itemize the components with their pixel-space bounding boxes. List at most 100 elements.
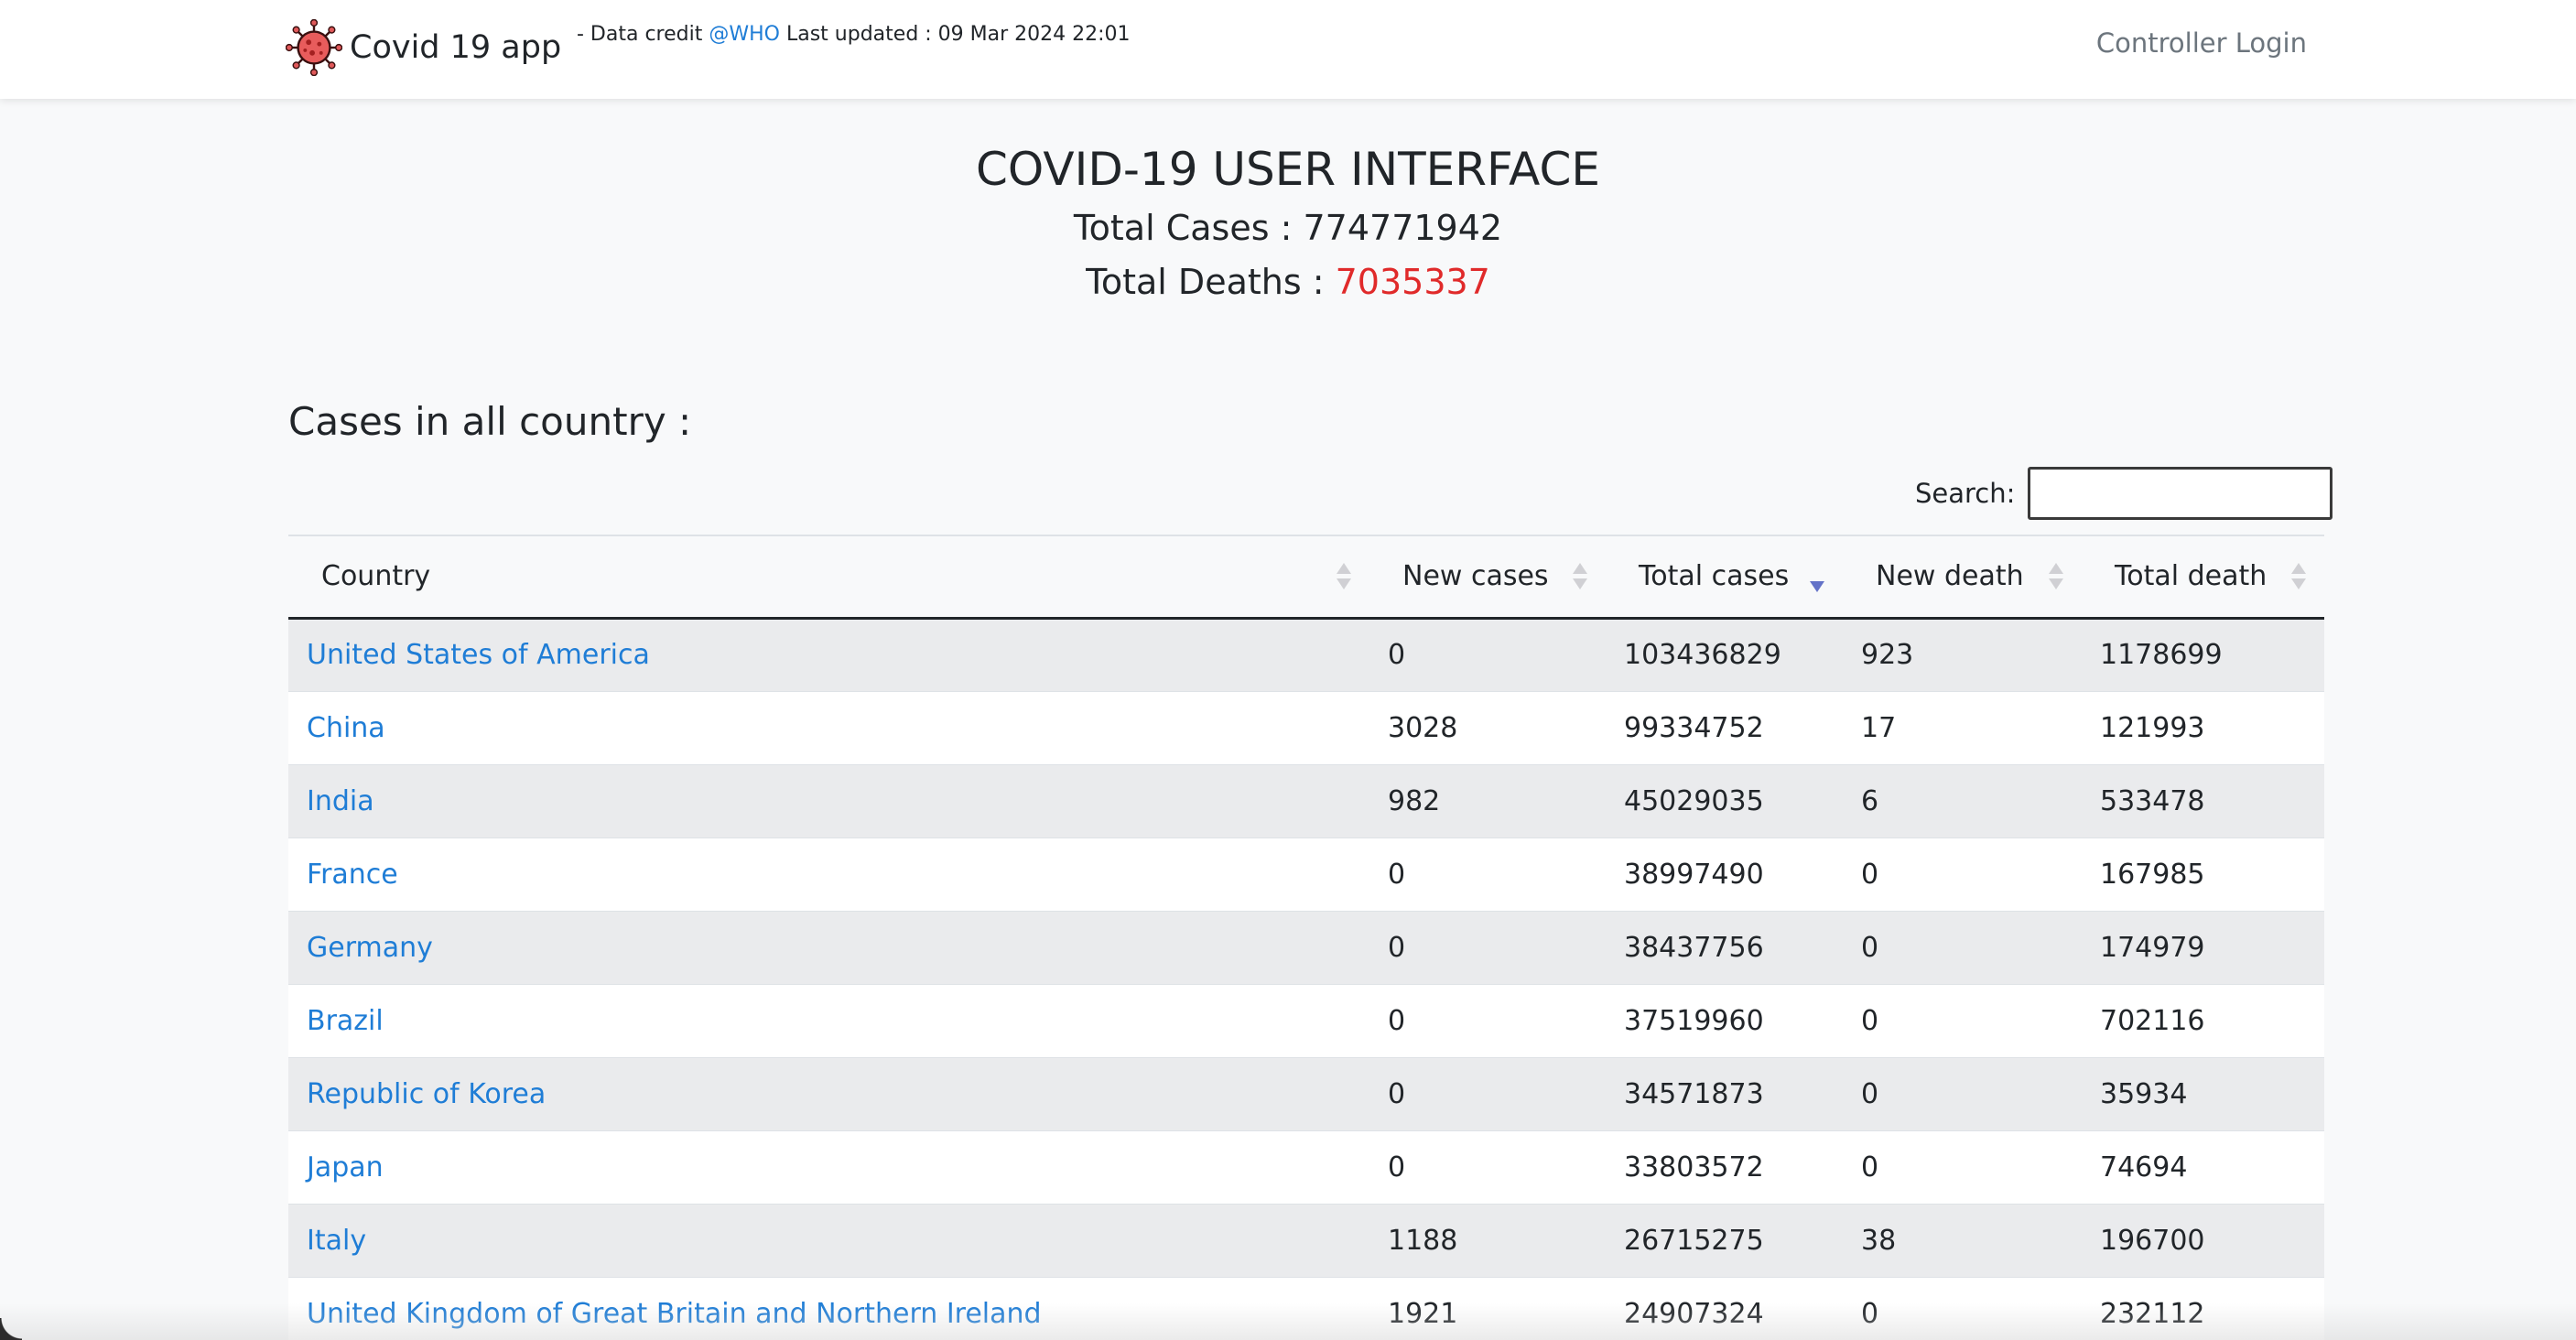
total-cases: Total Cases : 774771942 bbox=[0, 201, 2576, 255]
country-link[interactable]: Italy bbox=[307, 1225, 366, 1257]
search-label: Search: bbox=[1915, 478, 2016, 509]
country-link[interactable]: China bbox=[307, 712, 385, 744]
table-row: India 982 45029035 6 533478 bbox=[288, 763, 2324, 838]
who-link[interactable]: @WHO bbox=[709, 23, 780, 46]
new-cases-cell: 982 bbox=[1369, 763, 1606, 838]
controller-login-link[interactable]: Controller Login bbox=[2096, 27, 2307, 59]
total-cases-cell: 33803572 bbox=[1606, 1129, 1843, 1204]
last-updated: Last updated : 09 Mar 2024 22:01 bbox=[785, 23, 1131, 46]
new-death-cell: 17 bbox=[1843, 690, 2082, 764]
new-death-cell: 0 bbox=[1843, 1276, 2082, 1340]
total-deaths-label: Total Deaths : bbox=[1086, 262, 1325, 302]
column-header-country[interactable]: Country bbox=[288, 535, 1369, 618]
total-cases-value: 774771942 bbox=[1303, 208, 1503, 248]
total-cases-cell: 26715275 bbox=[1606, 1203, 1843, 1277]
total-deaths: Total Deaths : 7035337 bbox=[0, 255, 2576, 309]
total-cases-cell: 45029035 bbox=[1606, 763, 1843, 838]
table-row: France 0 38997490 0 167985 bbox=[288, 837, 2324, 911]
sort-descending-icon bbox=[1810, 563, 1824, 592]
total-cases-cell: 34571873 bbox=[1606, 1056, 1843, 1130]
new-cases-cell: 0 bbox=[1369, 910, 1606, 984]
table-row: Republic of Korea 0 34571873 0 35934 bbox=[288, 1056, 2324, 1130]
country-cell: United States of America bbox=[288, 617, 1369, 691]
country-cell: Germany bbox=[288, 910, 1369, 984]
country-link[interactable]: United States of America bbox=[307, 639, 650, 671]
new-cases-cell: 3028 bbox=[1369, 690, 1606, 764]
total-cases-cell: 38437756 bbox=[1606, 910, 1843, 984]
total-death-cell: 232112 bbox=[2082, 1276, 2324, 1340]
country-cell: Brazil bbox=[288, 983, 1369, 1057]
total-death-cell: 1178699 bbox=[2082, 617, 2324, 691]
page-title: COVID-19 USER INTERFACE bbox=[976, 143, 1600, 196]
search-input[interactable] bbox=[2028, 467, 2333, 520]
table-body: United States of America 0 103436829 923 117… bbox=[288, 617, 2324, 1340]
column-header-total-cases[interactable]: Total cases bbox=[1606, 535, 1843, 618]
new-death-cell: 0 bbox=[1843, 910, 2082, 984]
column-label: Country bbox=[321, 560, 431, 593]
country-cell: Republic of Korea bbox=[288, 1056, 1369, 1130]
total-death-cell: 167985 bbox=[2082, 837, 2324, 911]
new-cases-cell: 0 bbox=[1369, 1056, 1606, 1130]
sort-icon bbox=[1573, 563, 1587, 592]
cases-table: Country New cases Total cases New death … bbox=[288, 535, 2324, 1340]
country-link[interactable]: India bbox=[307, 785, 374, 817]
table-row: United States of America 0 103436829 923 117… bbox=[288, 617, 2324, 691]
column-label: New cases bbox=[1402, 560, 1549, 593]
table-row: Japan 0 33803572 0 74694 bbox=[288, 1129, 2324, 1204]
total-cases-label: Total Cases : bbox=[1073, 208, 1293, 248]
column-header-new-death[interactable]: New death bbox=[1843, 535, 2082, 618]
new-cases-cell: 0 bbox=[1369, 837, 1606, 911]
total-death-cell: 533478 bbox=[2082, 763, 2324, 838]
new-cases-cell: 0 bbox=[1369, 617, 1606, 691]
country-link[interactable]: Brazil bbox=[307, 1005, 384, 1037]
new-death-cell: 0 bbox=[1843, 983, 2082, 1057]
total-death-cell: 196700 bbox=[2082, 1203, 2324, 1277]
new-death-cell: 923 bbox=[1843, 617, 2082, 691]
column-label: Total death bbox=[2115, 560, 2268, 593]
column-label: New death bbox=[1876, 560, 2024, 593]
country-link[interactable]: France bbox=[307, 859, 398, 891]
country-cell: India bbox=[288, 763, 1369, 838]
country-cell: Japan bbox=[288, 1129, 1369, 1204]
table-row: Italy 1188 26715275 38 196700 bbox=[288, 1203, 2324, 1277]
section-title: Cases in all country : bbox=[288, 399, 692, 444]
new-cases-cell: 1921 bbox=[1369, 1276, 1606, 1340]
new-death-cell: 0 bbox=[1843, 837, 2082, 911]
total-cases-cell: 103436829 bbox=[1606, 617, 1843, 691]
new-death-cell: 38 bbox=[1843, 1203, 2082, 1277]
total-death-cell: 174979 bbox=[2082, 910, 2324, 984]
column-header-new-cases[interactable]: New cases bbox=[1369, 535, 1606, 618]
country-link[interactable]: Japan bbox=[307, 1151, 384, 1183]
total-cases-cell: 99334752 bbox=[1606, 690, 1843, 764]
total-death-cell: 121993 bbox=[2082, 690, 2324, 764]
new-cases-cell: 0 bbox=[1369, 983, 1606, 1057]
brand[interactable]: Covid 19 app bbox=[286, 16, 561, 79]
brand-name: Covid 19 app bbox=[350, 29, 562, 66]
column-label: Total cases bbox=[1639, 560, 1790, 593]
navbar: Covid 19 app - Data credit @WHO Last upd… bbox=[0, 0, 2576, 99]
total-death-cell: 702116 bbox=[2082, 983, 2324, 1057]
summary: COVID-19 USER INTERFACE Total Cases : 77… bbox=[0, 137, 2576, 309]
credit-prefix: - Data credit bbox=[577, 23, 703, 46]
total-death-cell: 74694 bbox=[2082, 1129, 2324, 1204]
country-link[interactable]: United Kingdom of Great Britain and Nort… bbox=[307, 1298, 1042, 1330]
column-header-total-death[interactable]: Total death bbox=[2082, 535, 2324, 618]
total-death-cell: 35934 bbox=[2082, 1056, 2324, 1130]
country-link[interactable]: Republic of Korea bbox=[307, 1078, 546, 1110]
search: Search: bbox=[1915, 467, 2333, 520]
table-row: Germany 0 38437756 0 174979 bbox=[288, 910, 2324, 984]
sort-icon bbox=[2049, 563, 2063, 592]
new-death-cell: 0 bbox=[1843, 1129, 2082, 1204]
virus-icon bbox=[286, 19, 342, 76]
country-cell: China bbox=[288, 690, 1369, 764]
country-link[interactable]: Germany bbox=[307, 932, 433, 964]
new-cases-cell: 0 bbox=[1369, 1129, 1606, 1204]
window-corner bbox=[0, 1318, 22, 1340]
data-credit: - Data credit @WHO Last updated : 09 Mar… bbox=[577, 23, 1131, 46]
country-cell: Italy bbox=[288, 1203, 1369, 1277]
table-header-row: Country New cases Total cases New death … bbox=[288, 535, 2324, 618]
total-cases-cell: 24907324 bbox=[1606, 1276, 1843, 1340]
total-cases-cell: 37519960 bbox=[1606, 983, 1843, 1057]
new-death-cell: 6 bbox=[1843, 763, 2082, 838]
country-cell: United Kingdom of Great Britain and Nort… bbox=[288, 1276, 1369, 1340]
